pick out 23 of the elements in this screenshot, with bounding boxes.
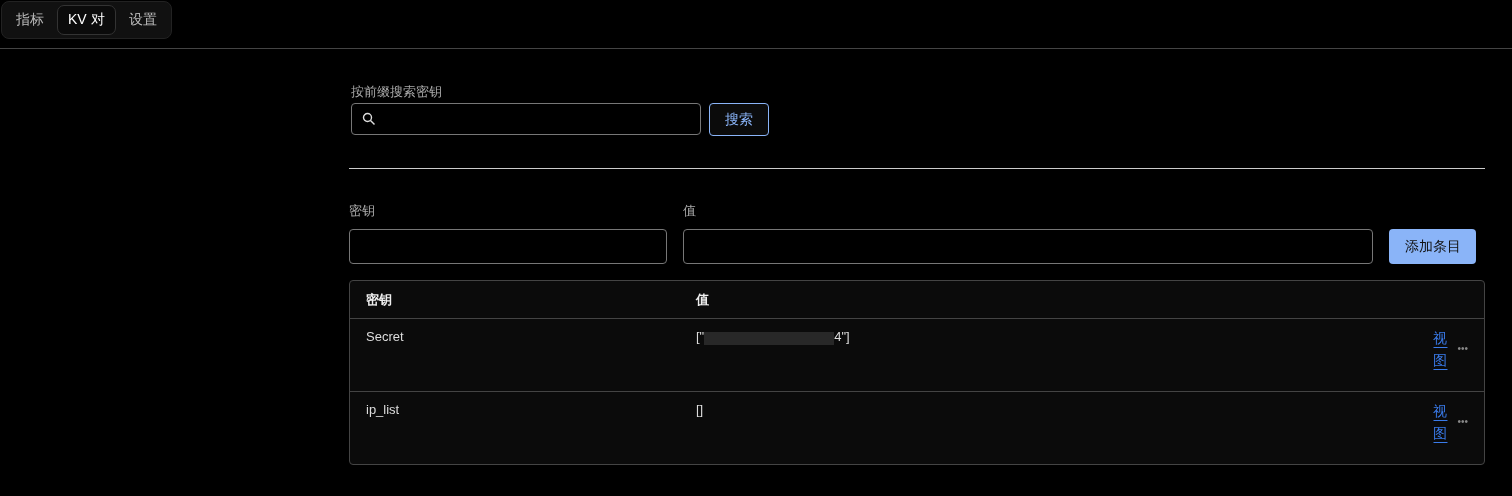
view-link[interactable]: 视图 <box>1425 327 1448 371</box>
tab[interactable]: KV 对 <box>57 5 116 35</box>
search-field[interactable] <box>351 103 701 135</box>
value-cell: [] <box>696 402 704 417</box>
add-entry-button[interactable]: 添加条目 <box>1389 229 1476 264</box>
value-cell: 4"] <box>834 329 850 344</box>
key-label: 密钥 <box>349 202 376 220</box>
tab[interactable]: 设置 <box>117 5 168 35</box>
column-header: 值 <box>696 291 709 307</box>
value-label: 值 <box>683 202 697 220</box>
column-header: 密钥 <box>366 291 392 307</box>
more-button[interactable]: ••• <box>1457 416 1468 427</box>
key-cell: Secret <box>366 329 404 344</box>
value-input[interactable] <box>683 229 1373 264</box>
value-cell: [" <box>696 329 705 344</box>
tab[interactable]: 指标 <box>5 5 55 35</box>
key-cell: ip_list <box>366 402 400 417</box>
search-label: 按前缀搜索密钥 <box>351 83 442 101</box>
view-link[interactable]: 视图 <box>1425 400 1448 444</box>
more-button[interactable]: ••• <box>1457 343 1468 354</box>
search-icon <box>362 112 376 126</box>
key-input[interactable] <box>349 229 667 264</box>
search-button[interactable]: 搜索 <box>709 103 769 136</box>
